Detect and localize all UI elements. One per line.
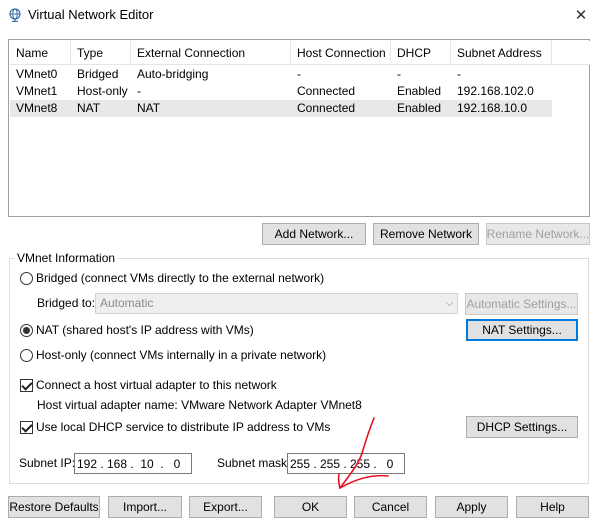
cell-name: VMnet1 <box>16 84 58 98</box>
dhcp-settings-button[interactable]: DHCP Settings... <box>466 416 578 438</box>
connect-adapter-label[interactable]: Connect a host virtual adapter to this n… <box>36 378 277 393</box>
column-header-external[interactable]: External Connection <box>131 41 291 65</box>
cell-type: Host-only <box>77 84 128 98</box>
subnet-mask-label: Subnet mask: <box>217 456 291 470</box>
cell-subnet: 192.168.102.0 <box>457 84 534 98</box>
import-button[interactable]: Import... <box>108 496 182 518</box>
table-row-selected[interactable]: VMnet8 NAT NAT Connected Enabled 192.168… <box>10 100 552 117</box>
automatic-settings-button[interactable]: Automatic Settings... <box>465 293 578 315</box>
subnet-ip-octet: 0 <box>173 456 181 471</box>
subnet-ip-octet: 192 <box>76 456 98 471</box>
remove-network-button[interactable]: Remove Network <box>373 223 479 245</box>
nat-radio[interactable] <box>20 324 33 337</box>
cell-host: Connected <box>297 84 356 98</box>
subnet-ip-label: Subnet IP: <box>19 456 76 470</box>
bridged-to-select[interactable]: Automatic <box>95 293 458 314</box>
window-title: Virtual Network Editor <box>28 7 154 22</box>
table-row[interactable]: VMnet1 Host-only - Connected Enabled 192… <box>10 83 552 100</box>
cell-dhcp: Enabled <box>397 84 442 98</box>
nat-label[interactable]: NAT (shared host's IP address with VMs) <box>36 323 254 338</box>
column-header-subnet[interactable]: Subnet Address <box>451 41 552 65</box>
column-header-host[interactable]: Host Connection <box>291 41 391 65</box>
cell-subnet: 192.168.10.0 <box>457 101 528 115</box>
bridged-radio[interactable] <box>20 272 33 285</box>
cell-host: Connected <box>297 101 356 115</box>
cancel-button[interactable]: Cancel <box>354 496 427 518</box>
subnet-ip-octet: 10 <box>140 456 154 471</box>
close-icon[interactable]: ✕ <box>563 0 599 30</box>
cell-dhcp: Enabled <box>397 101 442 115</box>
apply-button[interactable]: Apply <box>435 496 508 518</box>
vmnet-info-group <box>9 258 589 484</box>
bridged-to-label: Bridged to: <box>37 296 96 310</box>
list-header: Name Type External Connection Host Conne… <box>10 41 590 65</box>
rename-network-button[interactable]: Rename Network... <box>486 223 590 245</box>
bridged-label[interactable]: Bridged (connect VMs directly to the ext… <box>36 271 324 286</box>
column-header-name[interactable]: Name <box>10 41 71 65</box>
adapter-name-text: Host virtual adapter name: VMware Networ… <box>37 398 362 412</box>
host-only-radio[interactable] <box>20 349 33 362</box>
cell-subnet: - <box>457 67 461 81</box>
cell-name: VMnet8 <box>16 101 58 115</box>
subnet-mask-octet: 255 <box>289 456 311 471</box>
cell-external: NAT <box>137 101 161 115</box>
dhcp-label[interactable]: Use local DHCP service to distribute IP … <box>36 420 330 435</box>
host-only-label[interactable]: Host-only (connect VMs internally in a p… <box>36 348 326 363</box>
network-list[interactable]: Name Type External Connection Host Conne… <box>8 39 590 217</box>
dhcp-checkbox[interactable] <box>20 421 33 434</box>
column-header-dhcp[interactable]: DHCP <box>391 41 451 65</box>
export-button[interactable]: Export... <box>189 496 262 518</box>
add-network-button[interactable]: Add Network... <box>262 223 366 245</box>
restore-defaults-button[interactable]: Restore Defaults <box>8 496 100 518</box>
nat-settings-button[interactable]: NAT Settings... <box>466 319 578 341</box>
ok-button[interactable]: OK <box>274 496 347 518</box>
chevron-down-icon: ⌵ <box>445 298 454 309</box>
help-button[interactable]: Help <box>516 496 589 518</box>
cell-external: - <box>137 84 141 98</box>
table-row[interactable]: VMnet0 Bridged Auto-bridging - - - <box>10 66 552 83</box>
vmnet-info-title: VMnet Information <box>15 251 118 265</box>
subnet-ip-input[interactable]: 192. 168. 10. 0 <box>74 453 192 474</box>
annotation-arrow-icon <box>337 417 389 489</box>
network-globe-icon <box>9 8 21 22</box>
cell-host: - <box>297 67 301 81</box>
cell-name: VMnet0 <box>16 67 58 81</box>
connect-adapter-checkbox[interactable] <box>20 379 33 392</box>
cell-type: Bridged <box>77 67 119 81</box>
cell-type: NAT <box>77 101 101 115</box>
column-header-type[interactable]: Type <box>71 41 131 65</box>
cell-external: Auto-bridging <box>137 67 209 81</box>
subnet-ip-octet: 168 <box>106 456 128 471</box>
cell-dhcp: - <box>397 67 401 81</box>
